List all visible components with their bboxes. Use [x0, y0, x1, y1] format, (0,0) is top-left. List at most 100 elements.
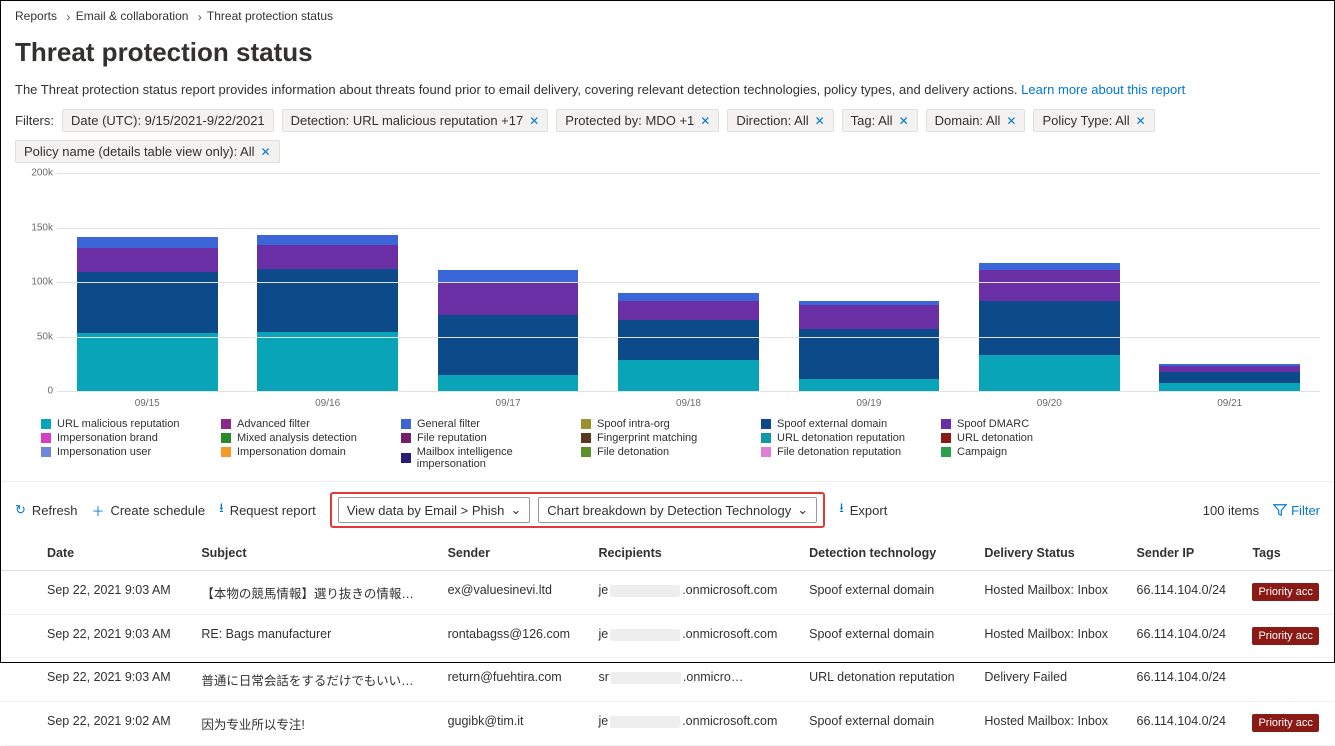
- download-icon: ⭳: [839, 499, 844, 521]
- close-icon[interactable]: ✕: [700, 115, 710, 127]
- create-schedule-button[interactable]: ＋ Create schedule: [91, 501, 205, 520]
- legend-swatch: [941, 419, 951, 429]
- legend-item[interactable]: Mailbox intelligence impersonation: [401, 445, 581, 471]
- legend-swatch: [401, 433, 411, 443]
- legend-item[interactable]: URL detonation: [941, 431, 1121, 445]
- legend-label: Impersonation user: [57, 446, 151, 458]
- legend-label: Fingerprint matching: [597, 432, 697, 444]
- legend-item[interactable]: Impersonation brand: [41, 431, 221, 445]
- cell-delivery: Hosted Mailbox: Inbox: [974, 615, 1126, 658]
- cell-subject: 普通に日常会話をするだけでもいい…: [191, 658, 437, 702]
- close-icon[interactable]: ✕: [261, 146, 271, 158]
- breadcrumb-item[interactable]: Email & collaboration: [76, 9, 189, 23]
- divider: [1, 481, 1334, 482]
- cell-date: Sep 22, 2021 9:02 AM: [1, 702, 191, 746]
- legend-item[interactable]: URL detonation reputation: [761, 431, 941, 445]
- col-delivery[interactable]: Delivery Status: [974, 536, 1126, 571]
- col-sender-ip[interactable]: Sender IP: [1127, 536, 1243, 571]
- legend-item[interactable]: Spoof external domain: [761, 417, 941, 431]
- export-button[interactable]: ⭳ Export: [839, 499, 887, 521]
- bar-segment: [799, 305, 940, 329]
- filter-pill-protected-by[interactable]: Protected by: MDO +1✕: [556, 109, 719, 132]
- legend-item[interactable]: Advanced filter: [221, 417, 401, 431]
- close-icon[interactable]: ✕: [1006, 115, 1016, 127]
- legend-item[interactable]: Impersonation domain: [221, 445, 401, 459]
- filter-pill-label: Detection: URL malicious reputation +17: [291, 113, 524, 128]
- items-count: 100 items: [1203, 503, 1259, 518]
- filter-pill-tag[interactable]: Tag: All ✕: [842, 109, 918, 132]
- legend-item[interactable]: Campaign: [941, 445, 1121, 459]
- legend-item[interactable]: Mixed analysis detection: [221, 431, 401, 445]
- legend-item[interactable]: Spoof DMARC: [941, 417, 1121, 431]
- request-report-button[interactable]: ⭳ Request report: [219, 499, 316, 521]
- bar-segment: [77, 248, 218, 272]
- legend-item[interactable]: File detonation: [581, 445, 761, 459]
- col-subject[interactable]: Subject: [191, 536, 437, 571]
- filter-pill-direction[interactable]: Direction: All✕: [727, 109, 833, 132]
- col-sender[interactable]: Sender: [438, 536, 589, 571]
- legend-swatch: [941, 447, 951, 457]
- legend-item[interactable]: General filter: [401, 417, 581, 431]
- filter-pill-detection[interactable]: Detection: URL malicious reputation +17 ✕: [282, 109, 549, 132]
- legend-item[interactable]: Impersonation user: [41, 445, 221, 459]
- cell-tags: [1242, 658, 1334, 702]
- filter-bar: Filters: Date (UTC): 9/15/2021-9/22/2021…: [1, 109, 1334, 173]
- close-icon[interactable]: ✕: [529, 115, 539, 127]
- learn-more-link[interactable]: Learn more about this report: [1021, 82, 1185, 97]
- bar-segment: [77, 237, 218, 248]
- filter-pill-policy-type[interactable]: Policy Type: All✕: [1033, 109, 1154, 132]
- filter-pill-policy-name[interactable]: Policy name (details table view only): A…: [15, 140, 280, 163]
- table-row[interactable]: Sep 22, 2021 9:02 AM因为专业所以专注!gugibk@tim.…: [1, 702, 1334, 746]
- bar-segment: [438, 375, 579, 391]
- bar-segment: [618, 320, 759, 360]
- legend-label: Impersonation domain: [237, 446, 346, 458]
- legend-label: Impersonation brand: [57, 432, 158, 444]
- cell-recipients: je.onmicrosoft.com: [588, 615, 799, 658]
- breadcrumb-item[interactable]: Reports: [15, 9, 57, 23]
- table-row[interactable]: Sep 22, 2021 9:03 AM【本物の競馬情報】選り抜きの情報…ex@…: [1, 571, 1334, 615]
- chart-breakdown-dropdown[interactable]: Chart breakdown by Detection Technology …: [538, 497, 817, 523]
- bar-segment: [257, 245, 398, 269]
- col-date[interactable]: Date: [1, 536, 191, 571]
- bar-segment: [979, 270, 1120, 301]
- chevron-down-icon: ⌄: [510, 502, 521, 518]
- legend-swatch: [761, 447, 771, 457]
- col-recipients[interactable]: Recipients: [588, 536, 799, 571]
- cell-sender: return@fuehtira.com: [438, 658, 589, 702]
- legend-swatch: [581, 419, 591, 429]
- legend-label: Mailbox intelligence impersonation: [417, 446, 581, 470]
- bar-segment: [979, 301, 1120, 356]
- close-icon[interactable]: ✕: [899, 115, 909, 127]
- tag-badge: Priority acc: [1252, 627, 1318, 645]
- page-title: Threat protection status: [1, 27, 1334, 82]
- close-icon[interactable]: ✕: [815, 115, 825, 127]
- filter-pill-label: Tag: All: [851, 113, 893, 128]
- refresh-button[interactable]: ↻ Refresh: [15, 502, 77, 518]
- filter-pill-date-utc[interactable]: Date (UTC): 9/15/2021-9/22/2021: [62, 109, 274, 132]
- legend-item[interactable]: URL malicious reputation: [41, 417, 221, 431]
- filter-button[interactable]: Filter: [1273, 503, 1320, 518]
- table-row[interactable]: Sep 22, 2021 9:03 AMRE: Bags manufacture…: [1, 615, 1334, 658]
- cell-sender: rontabagss@126.com: [438, 615, 589, 658]
- legend-item[interactable]: Spoof intra-org: [581, 417, 761, 431]
- legend-item[interactable]: File detonation reputation: [761, 445, 941, 459]
- legend-label: File detonation reputation: [777, 446, 901, 458]
- table-row[interactable]: Sep 22, 2021 9:03 AM普通に日常会話をするだけでもいい…ret…: [1, 658, 1334, 702]
- col-tags[interactable]: Tags: [1242, 536, 1334, 571]
- legend-swatch: [41, 433, 51, 443]
- cell-date: Sep 22, 2021 9:03 AM: [1, 615, 191, 658]
- view-data-dropdown[interactable]: View data by Email > Phish ⌄: [338, 497, 531, 523]
- x-axis-label: 09/21: [1140, 398, 1320, 409]
- x-axis-label: 09/15: [57, 398, 237, 409]
- legend-item[interactable]: Fingerprint matching: [581, 431, 761, 445]
- close-icon[interactable]: ✕: [1136, 115, 1146, 127]
- create-schedule-label: Create schedule: [110, 503, 205, 518]
- legend-label: Spoof DMARC: [957, 418, 1029, 430]
- cell-tags: Priority acc: [1242, 571, 1334, 615]
- legend-item[interactable]: File reputation: [401, 431, 581, 445]
- filter-pill-domain[interactable]: Domain: All✕: [926, 109, 1026, 132]
- x-axis-label: 09/17: [418, 398, 598, 409]
- redacted-text: [610, 629, 680, 641]
- col-detection[interactable]: Detection technology: [799, 536, 974, 571]
- table-header: Date Subject Sender Recipients Detection…: [1, 536, 1334, 571]
